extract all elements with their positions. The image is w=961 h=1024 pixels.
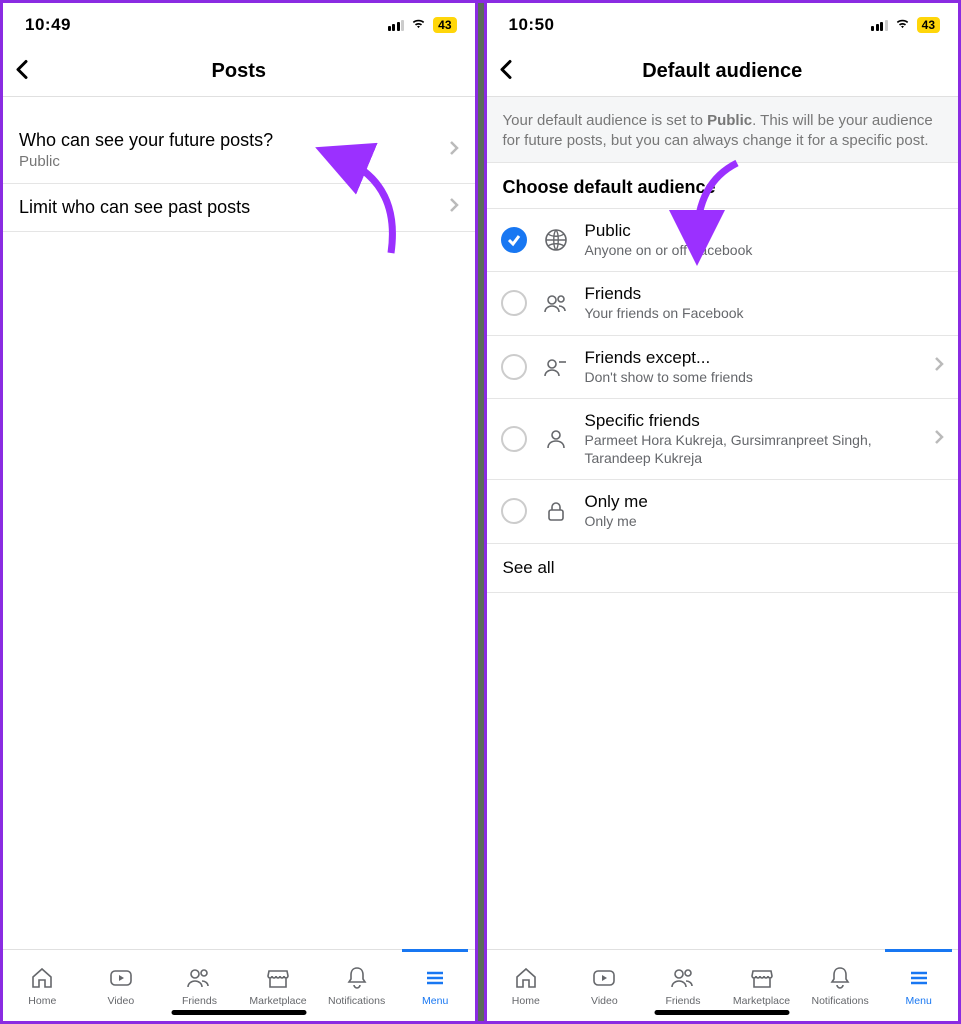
chevron-right-icon bbox=[449, 197, 459, 218]
tab-video[interactable]: Video bbox=[82, 950, 161, 1021]
option-specific-friends[interactable]: Specific friendsParmeet Hora Kukreja, Gu… bbox=[487, 399, 959, 480]
radio-unselected-icon bbox=[501, 426, 527, 452]
option-title: Only me bbox=[585, 492, 945, 512]
phone-default-audience: 10:50 43 Default audience Your default a… bbox=[484, 3, 959, 1021]
home-indicator bbox=[171, 1010, 306, 1015]
row-subtitle: Public bbox=[19, 153, 449, 170]
status-bar: 10:50 43 bbox=[487, 3, 959, 47]
tab-home[interactable]: Home bbox=[487, 950, 566, 1021]
option-subtitle: Anyone on or off Facebook bbox=[585, 242, 945, 260]
wifi-icon bbox=[894, 16, 911, 34]
row-past-posts[interactable]: Limit who can see past posts bbox=[3, 184, 475, 232]
option-subtitle: Don't show to some friends bbox=[585, 369, 921, 387]
tab-notifications[interactable]: Notifications bbox=[801, 950, 880, 1021]
status-time: 10:50 bbox=[509, 15, 555, 35]
globe-icon bbox=[541, 227, 571, 253]
chevron-right-icon bbox=[449, 140, 459, 161]
nav-header: Posts bbox=[3, 47, 475, 97]
row-future-posts[interactable]: Who can see your future posts? Public bbox=[3, 117, 475, 184]
option-subtitle: Only me bbox=[585, 513, 945, 531]
chevron-right-icon bbox=[934, 429, 944, 450]
option-title: Public bbox=[585, 221, 945, 241]
section-title: Choose default audience bbox=[487, 163, 959, 209]
specific-friend-icon bbox=[541, 426, 571, 452]
cellular-signal-icon bbox=[871, 20, 888, 31]
option-subtitle: Your friends on Facebook bbox=[585, 305, 945, 323]
status-indicators: 43 bbox=[388, 16, 457, 34]
option-title: Friends bbox=[585, 284, 945, 304]
back-button[interactable] bbox=[499, 59, 513, 84]
battery-indicator: 43 bbox=[917, 17, 940, 33]
option-friends[interactable]: FriendsYour friends on Facebook bbox=[487, 272, 959, 336]
radio-unselected-icon bbox=[501, 498, 527, 524]
option-friends-except[interactable]: Friends except...Don't show to some frie… bbox=[487, 336, 959, 400]
content-area: Your default audience is set to Public. … bbox=[487, 97, 959, 949]
see-all-link[interactable]: See all bbox=[487, 544, 959, 593]
page-title: Posts bbox=[3, 60, 475, 83]
friends-except-icon bbox=[541, 354, 571, 380]
status-indicators: 43 bbox=[871, 16, 940, 34]
description-block: Your default audience is set to Public. … bbox=[487, 97, 959, 163]
tab-notifications[interactable]: Notifications bbox=[317, 950, 396, 1021]
radio-unselected-icon bbox=[501, 354, 527, 380]
cellular-signal-icon bbox=[388, 20, 405, 31]
friends-icon bbox=[541, 290, 571, 316]
tab-home[interactable]: Home bbox=[3, 950, 82, 1021]
chevron-right-icon bbox=[934, 356, 944, 377]
radio-unselected-icon bbox=[501, 290, 527, 316]
tab-menu[interactable]: Menu bbox=[879, 950, 958, 1021]
tab-menu[interactable]: Menu bbox=[396, 950, 475, 1021]
option-public[interactable]: PublicAnyone on or off Facebook bbox=[487, 209, 959, 273]
back-button[interactable] bbox=[15, 59, 29, 84]
nav-header: Default audience bbox=[487, 47, 959, 97]
row-title: Who can see your future posts? bbox=[19, 130, 449, 151]
option-subtitle: Parmeet Hora Kukreja, Gursimranpreet Sin… bbox=[585, 432, 921, 467]
status-time: 10:49 bbox=[25, 15, 71, 35]
lock-icon bbox=[541, 498, 571, 524]
tab-video[interactable]: Video bbox=[565, 950, 644, 1021]
option-title: Specific friends bbox=[585, 411, 921, 431]
page-title: Default audience bbox=[487, 60, 959, 83]
phone-posts: 10:49 43 Posts Who can see your future p… bbox=[3, 3, 478, 1021]
home-indicator bbox=[655, 1010, 790, 1015]
option-title: Friends except... bbox=[585, 348, 921, 368]
status-bar: 10:49 43 bbox=[3, 3, 475, 47]
row-title: Limit who can see past posts bbox=[19, 197, 449, 218]
option-only-me[interactable]: Only meOnly me bbox=[487, 480, 959, 544]
battery-indicator: 43 bbox=[433, 17, 456, 33]
content-area: Who can see your future posts? Public Li… bbox=[3, 97, 475, 949]
radio-selected-icon bbox=[501, 227, 527, 253]
wifi-icon bbox=[410, 16, 427, 34]
